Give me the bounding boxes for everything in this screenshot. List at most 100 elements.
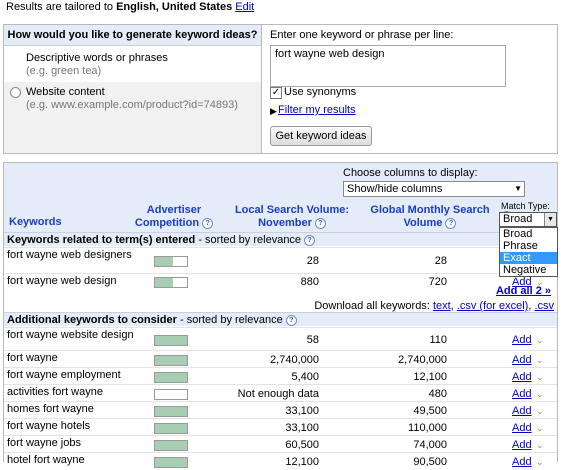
competition-bar: [154, 256, 188, 267]
table-row: fort wayne jobs 60,500 74,000 Add ⌄: [4, 435, 557, 453]
match-type-text: Match Type:: [501, 201, 550, 211]
match-option-phrase[interactable]: Phrase: [500, 240, 557, 252]
match-option-exact[interactable]: Exact: [500, 252, 557, 264]
competition-bar-fill: [155, 424, 187, 433]
keyword-entry-label: Enter one keyword or phrase per line:: [270, 29, 454, 41]
edit-locale-link[interactable]: Edit: [235, 1, 254, 13]
global-volume-cell: 2,740,000: [398, 354, 447, 366]
col-keywords[interactable]: Keywords: [9, 216, 62, 229]
keyword-entry-pane: Enter one keyword or phrase per line: fo…: [262, 25, 557, 153]
col-local-label: Local Search Volume: November: [234, 204, 350, 229]
chevron-down-icon[interactable]: ⌄: [536, 355, 544, 366]
competition-bar: [154, 355, 188, 366]
add-keyword-link[interactable]: Add: [512, 371, 532, 383]
synonyms-checkbox[interactable]: ✓: [270, 87, 282, 99]
local-volume-cell: Not enough data: [237, 388, 319, 400]
local-volume-cell: 33,100: [285, 422, 319, 434]
chevron-down-icon[interactable]: ⌄: [536, 457, 544, 468]
competition-bar-fill: [155, 336, 187, 345]
col-local-volume[interactable]: Local Search Volume: November ?: [232, 204, 352, 230]
table-row: fort wayne 2,740,000 2,740,000 Add ⌄: [4, 350, 557, 368]
add-keyword-link[interactable]: Add: [512, 388, 532, 400]
website-radio[interactable]: [10, 87, 21, 98]
locale-notice: Results are tailored to English, United …: [6, 1, 254, 13]
chevron-down-icon[interactable]: ⌄: [536, 335, 544, 346]
filter-results-link[interactable]: Filter my results: [278, 104, 356, 116]
col-competition-label: Advertiser Competition: [134, 204, 202, 229]
add-keyword-link[interactable]: Add: [512, 334, 532, 346]
global-volume-cell: 110: [429, 334, 447, 346]
add-keyword-link[interactable]: Add: [512, 456, 532, 468]
match-type-select[interactable]: Broad ▼: [499, 212, 557, 227]
keyword-textarea[interactable]: fort wayne web design: [270, 45, 506, 87]
add-all-link[interactable]: Add all 2 »: [496, 285, 551, 297]
keyword-cell: fort wayne jobs: [7, 437, 81, 449]
global-volume-cell: 12,100: [413, 371, 447, 383]
website-hint: (e.g. www.example.com/product?id=74893): [26, 99, 238, 111]
col-global-volume[interactable]: Global Monthly Search Volume ?: [370, 204, 490, 230]
get-keyword-ideas-button[interactable]: Get keyword ideas: [270, 126, 372, 146]
col-global-label: Global Monthly Search Volume: [370, 204, 490, 229]
global-volume-cell: 90,500: [413, 456, 447, 468]
match-option-negative[interactable]: Negative: [500, 264, 557, 276]
match-type-value: Broad: [503, 213, 533, 225]
expand-triangle-icon[interactable]: ▶: [270, 106, 277, 117]
local-volume-cell: 33,100: [285, 405, 319, 417]
chevron-down-icon[interactable]: ⌄: [536, 389, 544, 400]
local-volume-cell: 12,100: [285, 456, 319, 468]
competition-bar: [154, 406, 188, 417]
match-option-broad[interactable]: Broad: [500, 228, 557, 240]
help-icon[interactable]: ?: [202, 217, 214, 229]
website-label: Website content: [26, 86, 105, 98]
download-links: Download all keywords: text, .csv (for e…: [314, 300, 554, 312]
results-panel: Choose columns to display: Show/hide col…: [3, 162, 558, 468]
synonyms-label: Use synonyms: [284, 86, 357, 98]
chevron-down-icon[interactable]: ⌄: [536, 372, 544, 383]
table-row: fort wayne employment 5,400 12,100 Add ⌄: [4, 367, 557, 385]
add-keyword-link[interactable]: Add: [512, 439, 532, 451]
global-volume-cell: 49,500: [413, 405, 447, 417]
keyword-cell: fort wayne website design: [7, 329, 134, 341]
download-prefix: Download all keywords:: [314, 300, 430, 312]
global-volume-cell: 110,000: [408, 422, 447, 434]
columns-select[interactable]: Show/hide columns ▼: [343, 181, 525, 197]
global-volume-cell: 74,000: [413, 439, 447, 451]
descriptive-label: Descriptive words or phrases: [26, 52, 168, 64]
competition-bar-fill: [155, 407, 187, 416]
columns-select-value: Show/hide columns: [347, 183, 443, 195]
section-additional-header: Additional keywords to consider - sorted…: [4, 312, 557, 326]
competition-bar: [154, 335, 188, 346]
add-keyword-link[interactable]: Add: [512, 354, 532, 366]
keyword-cell: homes fort wayne: [7, 403, 94, 415]
add-keyword-link[interactable]: Add: [512, 422, 532, 434]
competition-bar-fill: [155, 257, 173, 266]
match-type-dropdown: Broad Phrase Exact Negative: [499, 227, 558, 277]
generation-question: How would you like to generate keyword i…: [4, 25, 261, 46]
col-competition[interactable]: Advertiser Competition ?: [134, 204, 214, 230]
section-additional-sort: - sorted by relevance: [176, 314, 283, 326]
help-icon[interactable]: ?: [285, 314, 297, 326]
add-keyword-link[interactable]: Add: [512, 405, 532, 417]
table-row: hotel fort wayne 12,100 90,500 Add ⌄: [4, 452, 557, 470]
download-csv-link[interactable]: .csv: [534, 300, 554, 312]
local-volume-cell: 60,500: [285, 439, 319, 451]
chevron-down-icon[interactable]: ⌄: [536, 423, 544, 434]
download-text-link[interactable]: text: [433, 300, 451, 312]
chevron-down-icon[interactable]: ⌄: [536, 406, 544, 417]
competition-bar: [154, 389, 188, 400]
keyword-generator-panel: How would you like to generate keyword i…: [3, 24, 558, 154]
local-volume-cell: 28: [306, 255, 319, 267]
help-icon[interactable]: ?: [314, 217, 326, 229]
table-row: homes fort wayne 33,100 49,500 Add ⌄: [4, 401, 557, 419]
local-volume-cell: 2,740,000: [270, 354, 319, 366]
competition-bar-fill: [155, 356, 187, 365]
keyword-cell: fort wayne employment: [7, 369, 121, 381]
section-related-header: Keywords related to term(s) entered - so…: [4, 232, 557, 246]
global-volume-cell: 720: [428, 276, 447, 288]
help-icon[interactable]: ?: [445, 217, 457, 229]
download-csv-excel-link[interactable]: .csv (for excel): [457, 300, 529, 312]
generation-method-pane: How would you like to generate keyword i…: [4, 25, 531, 153]
help-icon[interactable]: ?: [304, 234, 316, 246]
local-volume-cell: 5,400: [291, 371, 319, 383]
chevron-down-icon[interactable]: ⌄: [536, 440, 544, 451]
